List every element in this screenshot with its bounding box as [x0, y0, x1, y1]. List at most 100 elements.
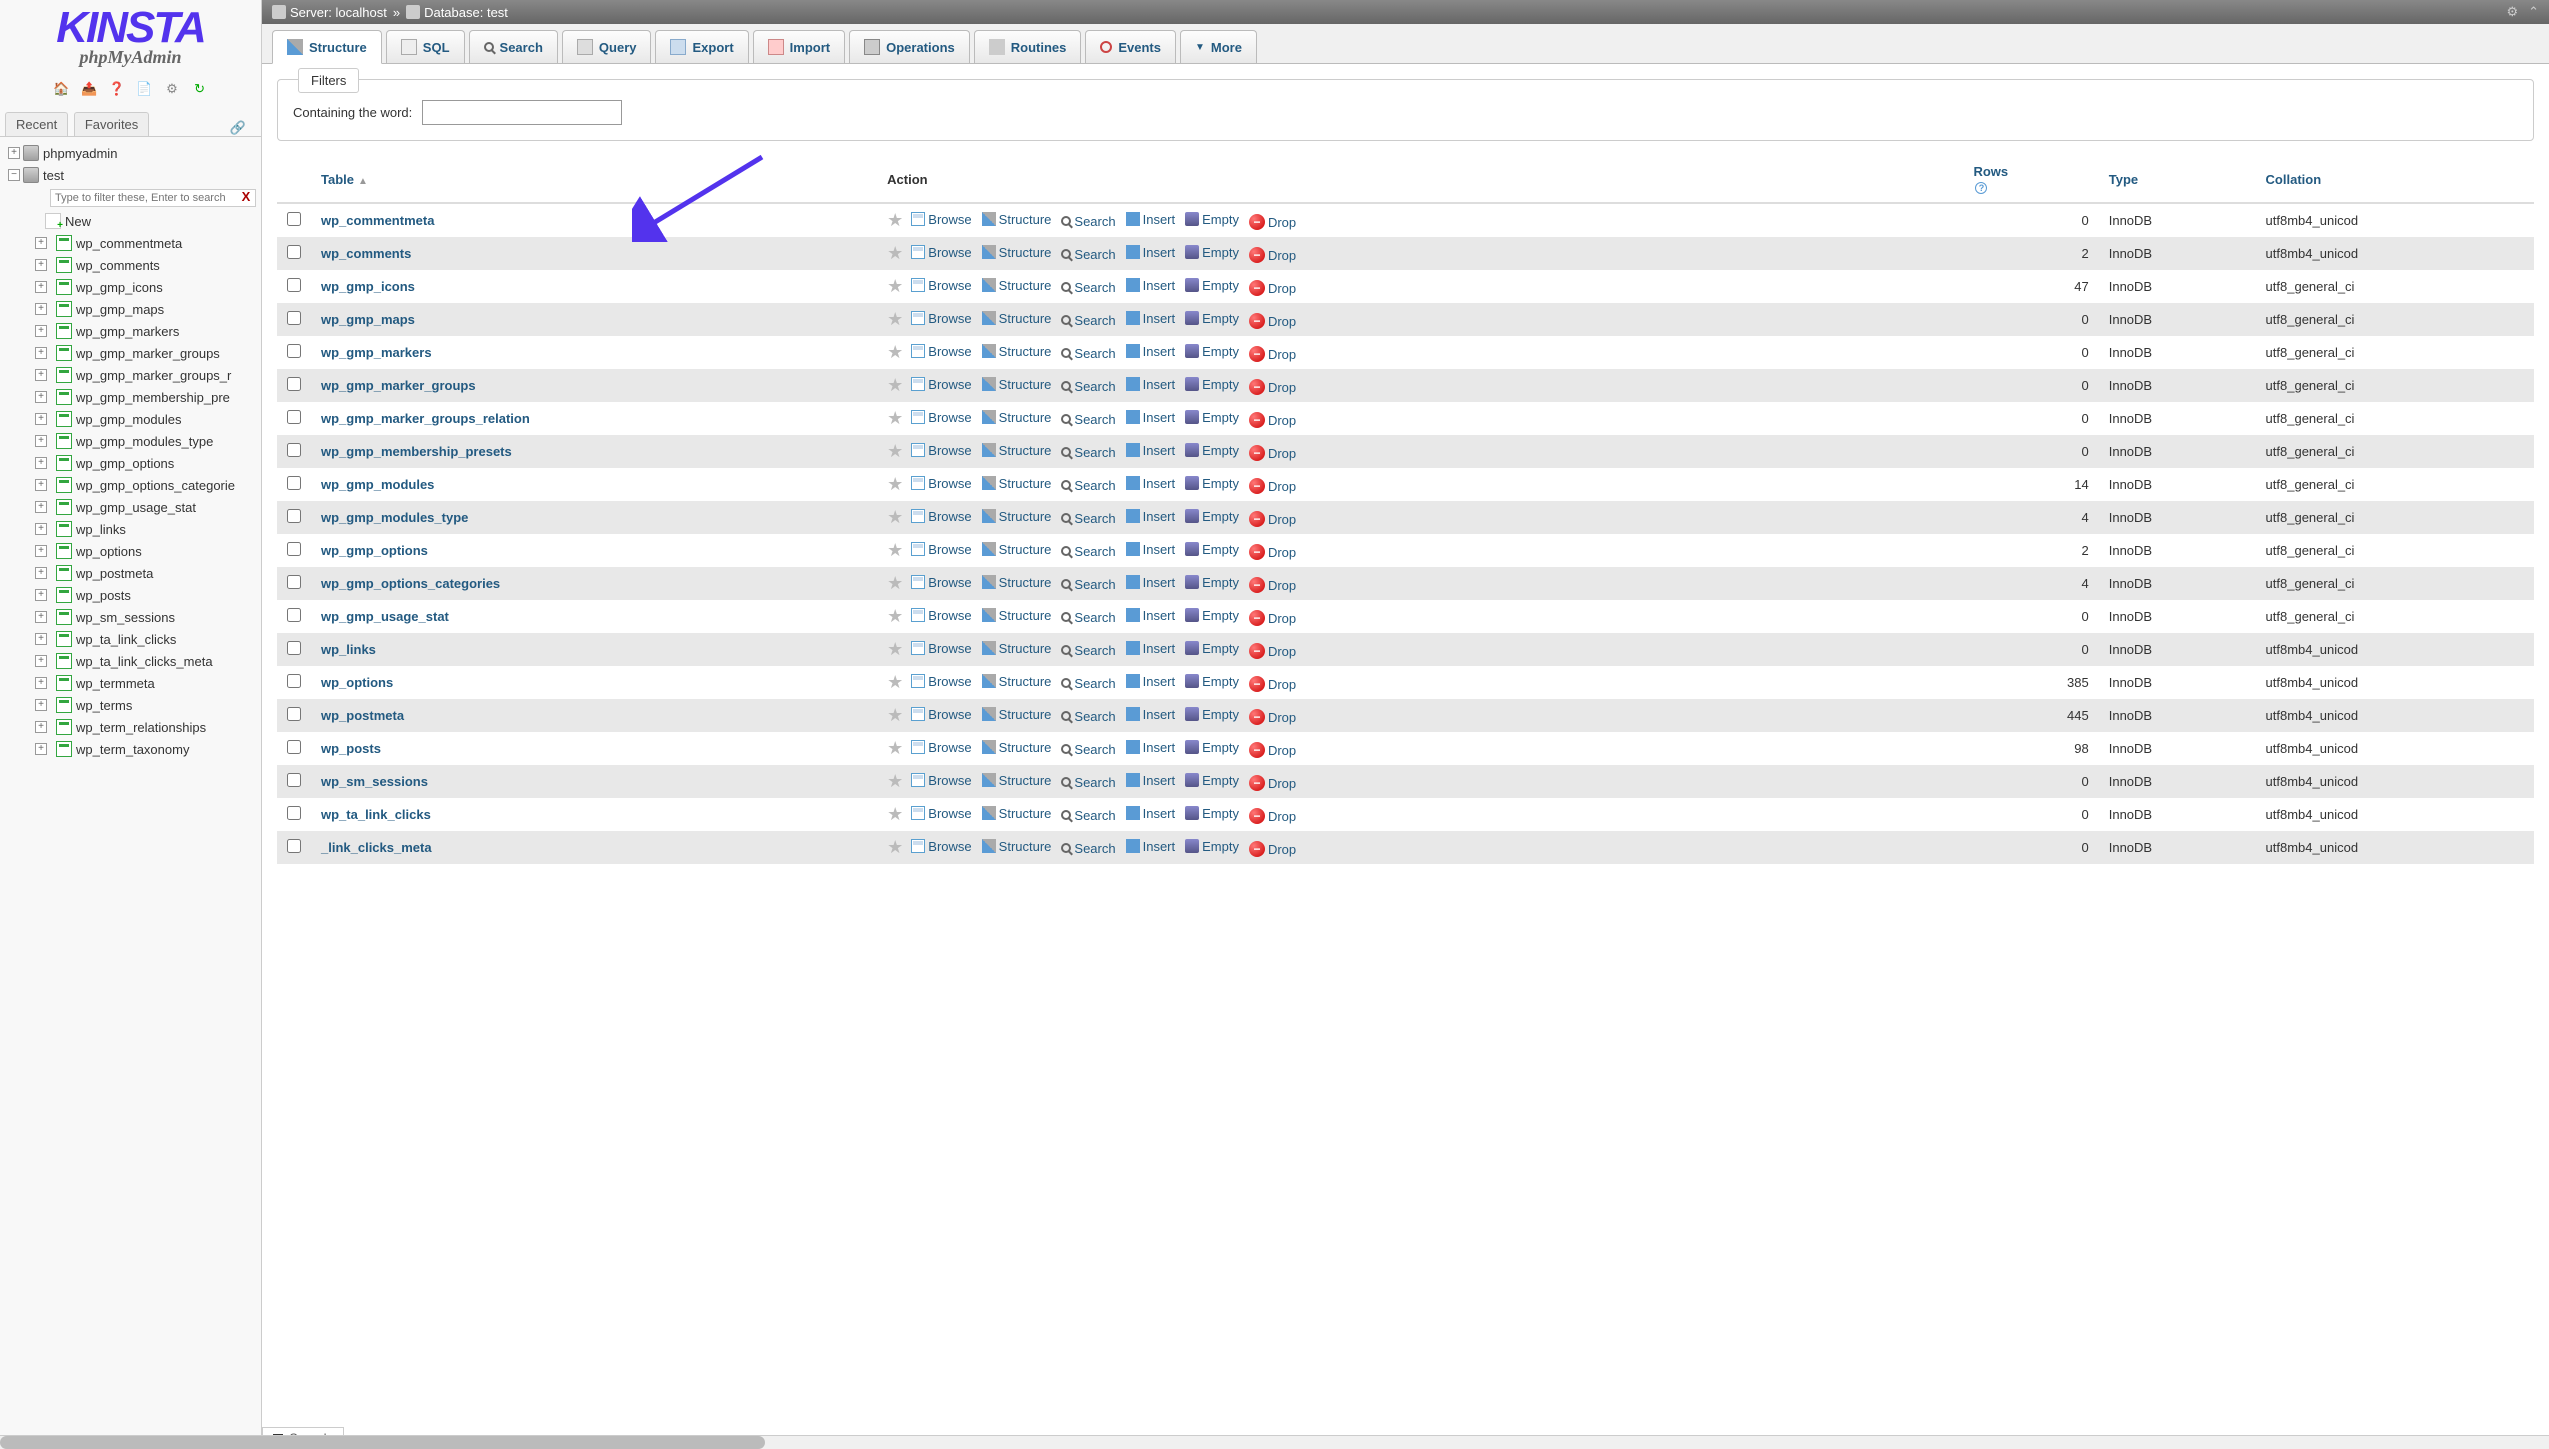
tree-table-item[interactable]: +wp_term_relationships: [0, 716, 261, 738]
favorite-star-icon[interactable]: ★: [887, 804, 903, 824]
drop-link[interactable]: −Drop: [1249, 247, 1296, 263]
row-checkbox[interactable]: [287, 443, 301, 457]
drop-link[interactable]: −Drop: [1249, 643, 1296, 659]
table-name-link[interactable]: wp_gmp_options_categories: [321, 576, 500, 591]
row-checkbox[interactable]: [287, 377, 301, 391]
browse-link[interactable]: Browse: [911, 509, 971, 524]
row-checkbox[interactable]: [287, 509, 301, 523]
tree-table-item[interactable]: +wp_terms: [0, 694, 261, 716]
bc-server-link[interactable]: localhost: [336, 5, 387, 20]
drop-link[interactable]: −Drop: [1249, 379, 1296, 395]
home-icon[interactable]: 🏠: [52, 81, 70, 99]
empty-link[interactable]: Empty: [1185, 542, 1239, 557]
empty-link[interactable]: Empty: [1185, 707, 1239, 722]
expand-icon[interactable]: +: [35, 655, 47, 667]
browse-link[interactable]: Browse: [911, 377, 971, 392]
tab-more[interactable]: ▼More: [1180, 30, 1257, 63]
favorite-star-icon[interactable]: ★: [887, 342, 903, 362]
tree-table-item[interactable]: +wp_ta_link_clicks_meta: [0, 650, 261, 672]
scrollbar-thumb[interactable]: [0, 1436, 765, 1449]
empty-link[interactable]: Empty: [1185, 212, 1239, 227]
empty-link[interactable]: Empty: [1185, 509, 1239, 524]
tree-database[interactable]: − test: [0, 164, 261, 186]
insert-link[interactable]: Insert: [1126, 542, 1176, 557]
filter-word-input[interactable]: [422, 100, 622, 125]
search-link[interactable]: Search: [1061, 280, 1115, 295]
browse-link[interactable]: Browse: [911, 773, 971, 788]
tree-table-item[interactable]: +wp_posts: [0, 584, 261, 606]
browse-link[interactable]: Browse: [911, 740, 971, 755]
search-link[interactable]: Search: [1061, 841, 1115, 856]
col-type[interactable]: Type: [2099, 156, 2256, 203]
empty-link[interactable]: Empty: [1185, 806, 1239, 821]
tree-table-item[interactable]: +wp_gmp_options_categorie: [0, 474, 261, 496]
insert-link[interactable]: Insert: [1126, 443, 1176, 458]
expand-icon[interactable]: +: [35, 237, 47, 249]
insert-link[interactable]: Insert: [1126, 773, 1176, 788]
expand-icon[interactable]: +: [35, 347, 47, 359]
row-checkbox[interactable]: [287, 839, 301, 853]
gear-icon[interactable]: ⚙: [2506, 4, 2518, 20]
favorite-star-icon[interactable]: ★: [887, 672, 903, 692]
insert-link[interactable]: Insert: [1126, 509, 1176, 524]
empty-link[interactable]: Empty: [1185, 311, 1239, 326]
row-checkbox[interactable]: [287, 278, 301, 292]
row-checkbox[interactable]: [287, 410, 301, 424]
expand-icon[interactable]: +: [35, 501, 47, 513]
table-name-link[interactable]: wp_gmp_modules_type: [321, 510, 468, 525]
collapse-top-icon[interactable]: ⌃: [2528, 4, 2539, 20]
browse-link[interactable]: Browse: [911, 245, 971, 260]
browse-link[interactable]: Browse: [911, 674, 971, 689]
tree-table-item[interactable]: +wp_gmp_markers: [0, 320, 261, 342]
insert-link[interactable]: Insert: [1126, 575, 1176, 590]
insert-link[interactable]: Insert: [1126, 740, 1176, 755]
drop-link[interactable]: −Drop: [1249, 775, 1296, 791]
insert-link[interactable]: Insert: [1126, 806, 1176, 821]
structure-link[interactable]: Structure: [982, 212, 1052, 227]
favorite-star-icon[interactable]: ★: [887, 474, 903, 494]
tab-import[interactable]: Import: [753, 30, 845, 63]
row-checkbox[interactable]: [287, 674, 301, 688]
drop-link[interactable]: −Drop: [1249, 709, 1296, 725]
structure-link[interactable]: Structure: [982, 575, 1052, 590]
drop-link[interactable]: −Drop: [1249, 808, 1296, 824]
clear-filter-icon[interactable]: X: [242, 189, 251, 204]
expand-icon[interactable]: +: [35, 303, 47, 315]
structure-link[interactable]: Structure: [982, 740, 1052, 755]
tree-table-item[interactable]: +wp_sm_sessions: [0, 606, 261, 628]
expand-icon[interactable]: +: [35, 413, 47, 425]
empty-link[interactable]: Empty: [1185, 443, 1239, 458]
exit-icon[interactable]: 📤: [80, 81, 98, 99]
row-checkbox[interactable]: [287, 542, 301, 556]
empty-link[interactable]: Empty: [1185, 740, 1239, 755]
expand-icon[interactable]: +: [35, 281, 47, 293]
row-checkbox[interactable]: [287, 608, 301, 622]
browse-link[interactable]: Browse: [911, 542, 971, 557]
tree-root[interactable]: + phpmyadmin: [0, 142, 261, 164]
drop-link[interactable]: −Drop: [1249, 841, 1296, 857]
insert-link[interactable]: Insert: [1126, 344, 1176, 359]
favorite-star-icon[interactable]: ★: [887, 540, 903, 560]
favorite-star-icon[interactable]: ★: [887, 507, 903, 527]
drop-link[interactable]: −Drop: [1249, 544, 1296, 560]
docs-icon[interactable]: 📄: [135, 81, 153, 99]
expand-icon[interactable]: +: [35, 699, 47, 711]
tree-table-item[interactable]: +wp_comments: [0, 254, 261, 276]
table-name-link[interactable]: wp_gmp_maps: [321, 312, 415, 327]
browse-link[interactable]: Browse: [911, 311, 971, 326]
tab-routines[interactable]: Routines: [974, 30, 1082, 63]
browse-link[interactable]: Browse: [911, 410, 971, 425]
expand-icon[interactable]: +: [35, 611, 47, 623]
insert-link[interactable]: Insert: [1126, 674, 1176, 689]
row-checkbox[interactable]: [287, 740, 301, 754]
drop-link[interactable]: −Drop: [1249, 742, 1296, 758]
drop-link[interactable]: −Drop: [1249, 511, 1296, 527]
browse-link[interactable]: Browse: [911, 278, 971, 293]
search-link[interactable]: Search: [1061, 445, 1115, 460]
browse-link[interactable]: Browse: [911, 608, 971, 623]
table-name-link[interactable]: wp_options: [321, 675, 393, 690]
structure-link[interactable]: Structure: [982, 443, 1052, 458]
table-name-link[interactable]: wp_comments: [321, 246, 411, 261]
browse-link[interactable]: Browse: [911, 575, 971, 590]
expand-icon[interactable]: +: [35, 259, 47, 271]
